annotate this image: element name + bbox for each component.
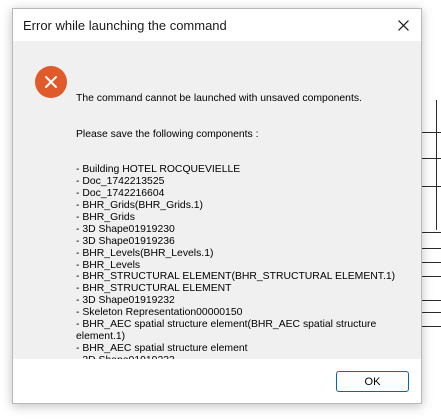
background-wire (436, 100, 437, 230)
component-list-item: - BHR_Levels (76, 259, 141, 271)
background-wire (422, 326, 441, 327)
dialog-title: Error while launching the command (23, 18, 227, 33)
component-list-item: - Skeleton Representation00000150 (76, 307, 243, 319)
component-list-item: - 3D Shape01919230 (76, 223, 175, 235)
background-wire (422, 262, 441, 263)
component-list-item: - Doc_1742216604 (76, 188, 165, 200)
component-list-item: - Doc_1742213525 (76, 176, 165, 188)
component-list-item: - BHR_Grids(BHR_Grids.1) (76, 199, 204, 211)
error-cross-glyph (45, 76, 57, 88)
ok-button[interactable]: OK (336, 371, 409, 392)
component-list-item: - BHR_Grids (76, 211, 135, 223)
background-wire (422, 276, 441, 277)
background-wire (422, 248, 441, 249)
background-wire (422, 132, 441, 133)
error-icon (35, 66, 67, 98)
dialog-content: The command cannot be launched with unsa… (13, 41, 421, 390)
background-wire (422, 158, 441, 159)
message-intro: The command cannot be launched with unsa… (76, 92, 362, 104)
close-icon (397, 19, 409, 31)
dialog-titlebar[interactable]: Error while launching the command (13, 9, 421, 41)
component-list: - Building HOTEL ROCQUEVIELLE - Doc_17422… (76, 164, 406, 390)
background-wire (422, 312, 441, 313)
component-list-item: - Building HOTEL ROCQUEVIELLE (76, 164, 241, 176)
component-list-item: - BHR_STRUCTURAL ELEMENT(BHR_STRUCTURAL … (76, 271, 396, 283)
background-wire (422, 232, 441, 233)
background-wire (422, 186, 441, 187)
component-list-item: - BHR_AEC spatial structure element (76, 342, 248, 354)
component-list-item: - BHR_Levels(BHR_Levels.1) (76, 247, 214, 259)
component-list-item: - 3D Shape01919236 (76, 235, 175, 247)
message-sub: Please save the following components : (76, 128, 259, 140)
component-list-item: - BHR_STRUCTURAL ELEMENT (76, 283, 232, 295)
close-button[interactable] (389, 11, 417, 39)
background-wire (422, 300, 441, 301)
component-list-item: - BHR_AEC spatial structure element(BHR_… (76, 319, 380, 342)
error-dialog: Error while launching the command The co… (12, 8, 422, 404)
component-list-item: - 3D Shape01919232 (76, 295, 175, 307)
dialog-footer: OK (13, 359, 421, 403)
